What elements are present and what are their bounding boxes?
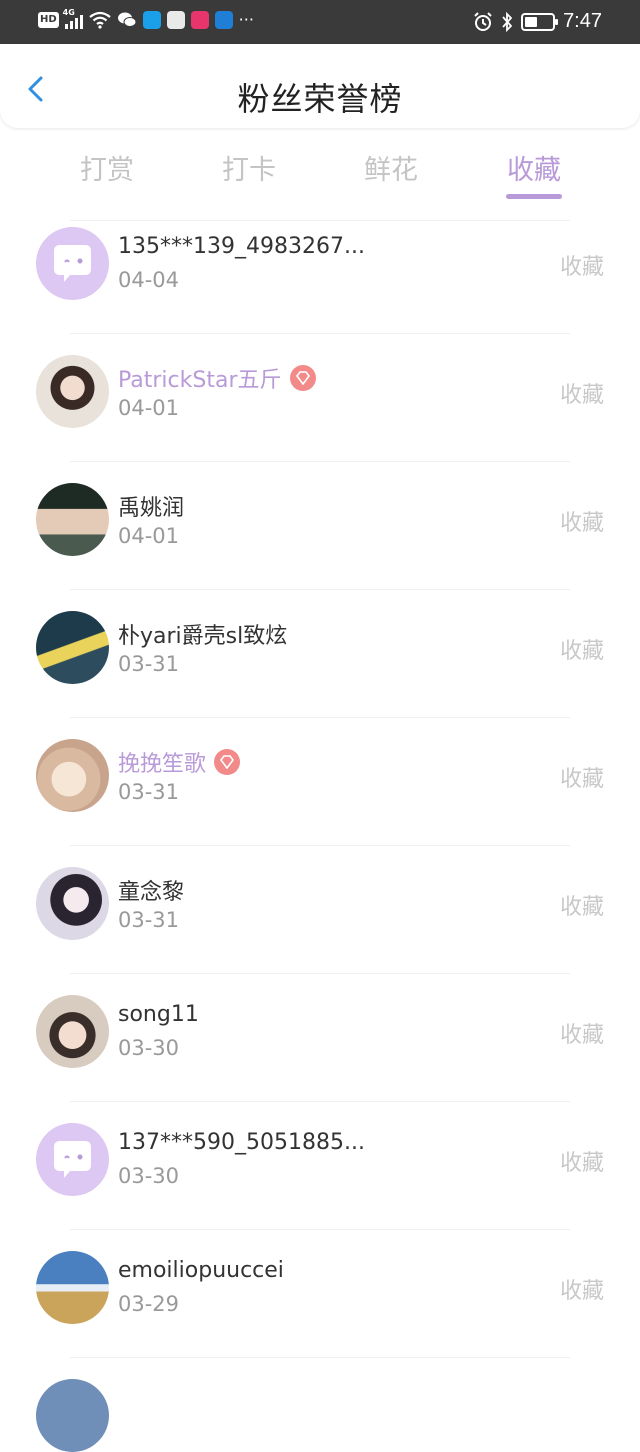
fan-list: 135***139_4983267... 04-04 收藏 PatrickSta… [0,206,640,1452]
list-item[interactable]: 朴yari爵壳sl致炫 03-31 收藏 [0,590,640,718]
fan-name: 135***139_4983267... [118,234,365,259]
cell-signal-icon: 4G [62,7,83,29]
hd-badge: HD [38,11,59,28]
red-app-icon [190,10,209,29]
list-item[interactable]: 挽挽笙歌 03-31 收藏 [0,718,640,846]
divider [70,220,570,221]
list-item[interactable]: 童念黎 03-31 收藏 [0,846,640,974]
tab-checkin[interactable]: 打卡 [199,148,299,187]
action-label: 收藏 [559,1279,604,1304]
bluetooth-icon [502,11,513,32]
partial-avatar [36,1379,109,1452]
fan-name: 朴yari爵壳sl致炫 [118,624,288,649]
fan-name: 137***590_5051885... [118,1130,365,1155]
list-item[interactable]: emoiliopuuccei 03-29 收藏 [0,1230,640,1358]
action-label: 收藏 [559,639,604,664]
fan-date: 03-29 [118,1292,180,1316]
fan-date: 03-31 [118,652,180,676]
action-label: 收藏 [559,255,604,280]
list-item-partial[interactable] [0,1358,640,1452]
huawei-app-icon [166,10,185,29]
battery-icon [521,12,559,31]
wifi-icon [88,11,111,29]
action-label: 收藏 [559,1151,604,1176]
girl-photo-avatar[interactable] [36,355,109,428]
list-item[interactable]: 禹姚润 04-01 收藏 [0,462,640,590]
active-tab-indicator [506,194,562,199]
fan-name: song11 [118,1002,199,1027]
network-label: 4G [62,7,75,17]
sneaker-photo-avatar[interactable] [36,611,109,684]
list-item[interactable]: song11 03-30 收藏 [0,974,640,1102]
fan-name: 挽挽笙歌 [118,746,241,778]
vip-gem-icon [289,365,316,391]
more-notifications-icon: ··· [238,10,254,29]
fan-date: 04-01 [118,524,180,548]
chat-bubble-avatar[interactable] [36,1123,109,1196]
status-left: HD 4G ··· [38,7,254,29]
list-item[interactable]: PatrickStar五斤 04-01 收藏 [0,334,640,462]
fan-date: 03-30 [118,1164,180,1188]
action-label: 收藏 [559,895,604,920]
fan-date: 04-01 [118,396,180,420]
plush-toy-avatar[interactable] [36,739,109,812]
action-label: 收藏 [559,383,604,408]
tab-favorites[interactable]: 收藏 [484,148,584,187]
tab-flowers[interactable]: 鲜花 [341,148,441,187]
tab-reward[interactable]: 打赏 [57,148,157,187]
alarm-icon [474,11,492,31]
action-label: 收藏 [559,1023,604,1048]
hat-boy-avatar[interactable] [36,483,109,556]
tab-bar: 打赏 打卡 鲜花 收藏 [0,140,640,210]
weather-app-icon [214,10,233,29]
list-item[interactable]: 135***139_4983267... 04-04 收藏 [0,206,640,334]
fan-name: PatrickStar五斤 [118,362,316,394]
vip-gem-icon [214,749,241,775]
page-title: 粉丝荣誉榜 [237,80,403,118]
selfie-avatar[interactable] [36,995,109,1068]
landscape-avatar[interactable] [36,1251,109,1324]
action-label: 收藏 [559,511,604,536]
fan-name: emoiliopuuccei [118,1258,284,1283]
status-right: 7:47 [473,10,602,33]
fan-name: 禹姚润 [118,496,185,521]
fan-date: 03-31 [118,908,180,932]
page-header: 粉丝荣誉榜 [0,44,640,128]
fan-date: 03-31 [118,780,180,804]
fan-name: 童念黎 [118,880,185,905]
fan-date: 03-30 [118,1036,180,1060]
anime-girl-avatar[interactable] [36,867,109,940]
fan-date: 04-04 [118,268,180,292]
search-app-icon [142,10,161,29]
chat-bubble-avatar[interactable] [36,227,109,300]
list-item[interactable]: 137***590_5051885... 03-30 收藏 [0,1102,640,1230]
clock-time: 7:47 [563,10,602,32]
status-bar: HD 4G ··· 7:47 [0,0,640,44]
wechat-icon [117,12,137,27]
action-label: 收藏 [559,767,604,792]
